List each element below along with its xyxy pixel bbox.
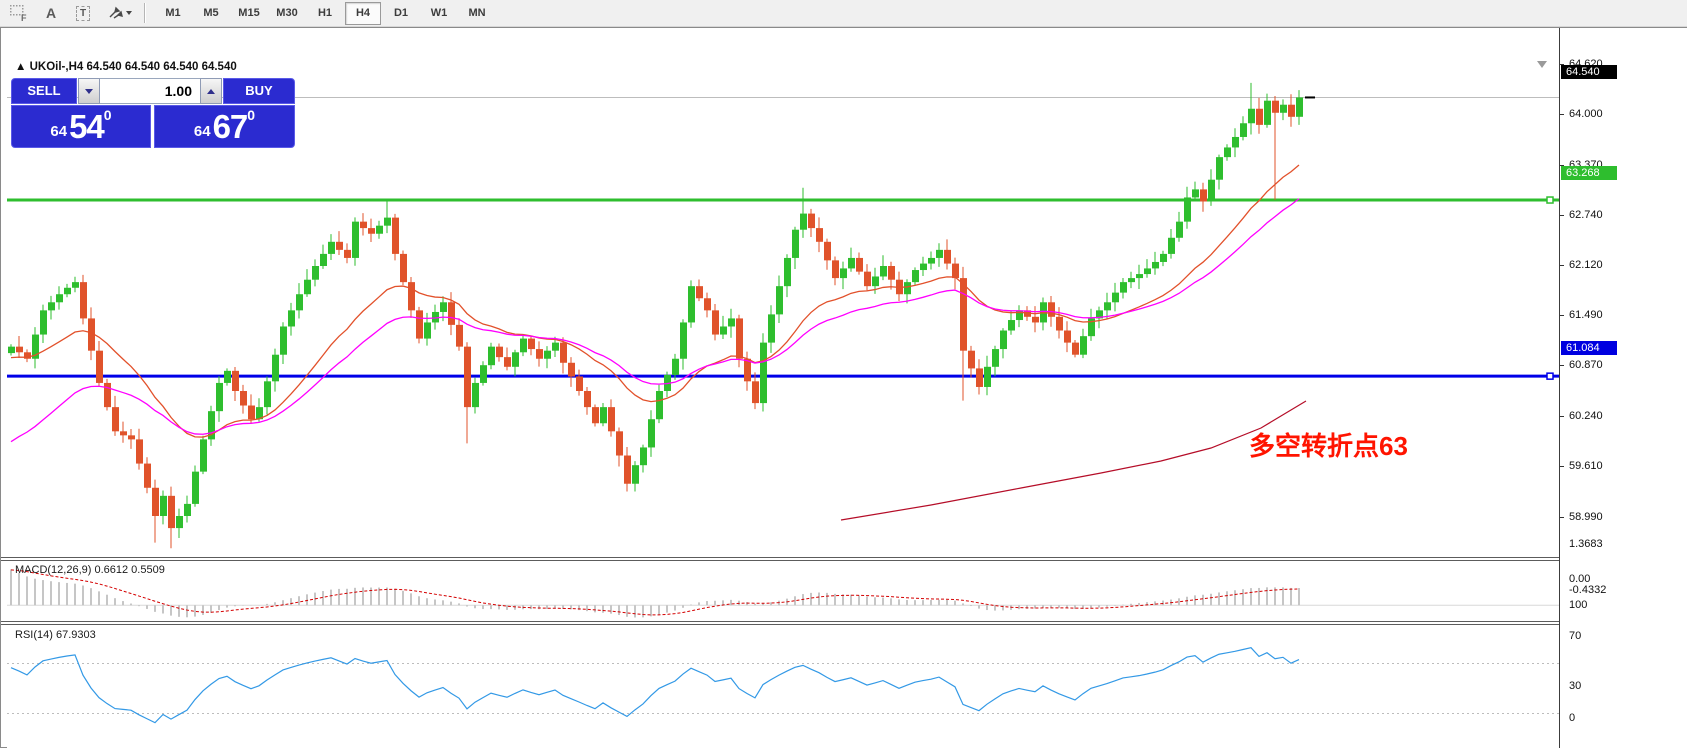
tf-button-M15[interactable]: M15 <box>231 2 267 25</box>
dropdown-caret-icon <box>125 11 132 15</box>
chart-window: ▲ UKOil-,H4 64.540 64.540 64.540 64.540 … <box>0 27 1687 748</box>
triangle-down-icon <box>85 88 93 94</box>
price-tick <box>1560 416 1564 417</box>
tf-button-M5[interactable]: M5 <box>193 2 229 25</box>
price-axis-label: 61.490 <box>1569 309 1603 321</box>
rsi-scale-label: 70 <box>1569 630 1582 642</box>
tf-button-H1[interactable]: H1 <box>307 2 343 25</box>
sell-button[interactable]: SELL <box>11 78 77 104</box>
buy-price-prefix: 64 <box>193 123 211 140</box>
text-box-glyph: T <box>75 5 91 21</box>
symbol-period-label: UKOil-,H4 <box>29 61 84 73</box>
price-axis-label: 62.120 <box>1569 259 1603 271</box>
macd-canvas <box>7 569 1559 618</box>
one-click-trading-panel: SELL BUY 64 54 0 64 67 0 <box>11 78 295 148</box>
sell-price-main: 54 <box>69 108 105 145</box>
triangle-up-icon <box>207 88 215 94</box>
buy-price-button[interactable]: 64 67 0 <box>154 105 295 148</box>
chart-shift-marker-icon[interactable] <box>1537 61 1547 68</box>
price-tick <box>1560 466 1564 467</box>
buy-button[interactable]: BUY <box>223 78 295 104</box>
sell-price: 64 54 0 <box>12 106 150 147</box>
rsi-pane[interactable]: RSI(14) 67.9303 <box>7 626 1559 748</box>
buy-price-main: 67 <box>212 108 249 145</box>
tf-button-H4[interactable]: H4 <box>345 1 381 25</box>
pane-splitter[interactable] <box>1 621 1559 625</box>
arrows-icon[interactable] <box>102 2 136 24</box>
price-axis-label: 64.000 <box>1569 108 1603 120</box>
price-tick <box>1560 265 1564 266</box>
buy-price-sup: 0 <box>247 107 256 123</box>
ohlc-values: 64.540 64.540 64.540 64.540 <box>86 61 237 73</box>
lot-increase-button[interactable] <box>200 78 222 104</box>
lot-decrease-button[interactable] <box>78 78 100 104</box>
price-axis-label: 60.240 <box>1569 410 1603 422</box>
price-axis-label: 60.870 <box>1569 359 1603 371</box>
tf-button-M1[interactable]: M1 <box>155 2 191 25</box>
price-axis-label: 59.610 <box>1569 460 1603 472</box>
price-axis-label: 62.740 <box>1569 209 1603 221</box>
price-badge: 61.084 <box>1561 341 1617 355</box>
macd-label: MACD(12,26,9) 0.6612 0.5509 <box>15 564 165 576</box>
collapse-arrow-icon[interactable]: ▲ <box>15 61 26 73</box>
price-axis-label: 58.990 <box>1569 511 1603 523</box>
sell-price-button[interactable]: 64 54 0 <box>11 105 151 148</box>
tf-button-M30[interactable]: M30 <box>269 2 305 25</box>
text-a-icon[interactable]: A <box>38 2 64 24</box>
tf-button-W1[interactable]: W1 <box>421 2 457 25</box>
price-axis[interactable]: 64.620 64.000 63.370 62.740 62.120 61.490 60.8… <box>1559 28 1687 748</box>
macd-pane[interactable]: MACD(12,26,9) 0.6612 0.5509 <box>7 561 1559 622</box>
grid-f-icon[interactable]: F <box>6 2 32 24</box>
main-chart-pane[interactable]: ▲ UKOil-,H4 64.540 64.540 64.540 64.540 … <box>7 58 1559 558</box>
tf-button-MN[interactable]: MN <box>459 2 495 25</box>
sell-price-prefix: 64 <box>50 123 68 140</box>
price-tick <box>1560 114 1564 115</box>
buy-price: 64 67 0 <box>155 106 294 147</box>
sell-price-sup: 0 <box>103 107 112 123</box>
tf-button-D1[interactable]: D1 <box>383 2 419 25</box>
price-tick <box>1560 315 1564 316</box>
text-box-icon[interactable]: T <box>70 2 96 24</box>
macd-scale-label: -0.4332 <box>1569 584 1607 596</box>
rsi-label: RSI(14) 67.9303 <box>15 629 96 641</box>
lot-size-input[interactable] <box>100 78 200 104</box>
rsi-canvas <box>7 647 1559 724</box>
price-badge: 64.540 <box>1561 65 1617 79</box>
rsi-scale-label: 100 <box>1569 599 1588 611</box>
price-tick <box>1560 517 1564 518</box>
timeframe-group: M1 M5 M15 M30 H1 H4 D1 W1 MN <box>154 1 496 25</box>
annotation-text[interactable]: 多空转折点63 <box>1249 426 1408 463</box>
rsi-scale-label: 30 <box>1569 680 1582 692</box>
mt4-terminal: F A T M1 M5 M15 M30 H1 H4 D1 W1 MN ▲ UKOil-,H4 6… <box>0 0 1687 748</box>
price-tick <box>1560 365 1564 366</box>
chart-title: ▲ UKOil-,H4 64.540 64.540 64.540 64.540 <box>15 61 237 73</box>
macd-scale-label: 1.3683 <box>1569 538 1603 550</box>
price-tick <box>1560 215 1564 216</box>
toolbar: F A T M1 M5 M15 M30 H1 H4 D1 W1 MN <box>0 0 1687 27</box>
svg-text:F: F <box>21 13 27 21</box>
toolbar-separator <box>144 3 146 23</box>
rsi-scale-label: 0 <box>1569 712 1576 724</box>
price-badge: 63.268 <box>1561 166 1617 180</box>
